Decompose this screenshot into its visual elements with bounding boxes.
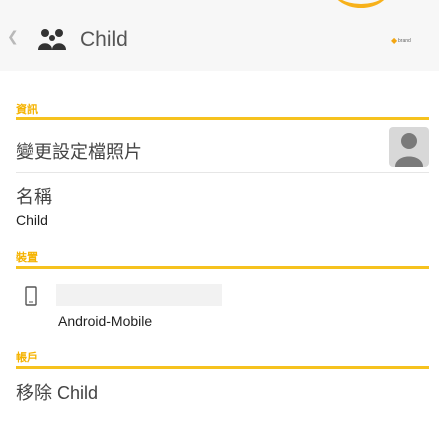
remove-child-button[interactable]: 移除 Child: [16, 379, 98, 405]
section-line-devices: [16, 266, 429, 269]
section-line-account: [16, 366, 429, 369]
divider-photo: [16, 172, 429, 173]
back-icon[interactable]: ❮: [7, 28, 19, 45]
name-label: 名稱: [16, 187, 52, 207]
phone-icon: [25, 286, 37, 306]
avatar-placeholder-icon: [395, 133, 423, 167]
change-photo-label[interactable]: 變更設定檔照片: [16, 138, 142, 164]
section-header-info: 資訊: [16, 104, 38, 116]
device-info-bar: [56, 284, 222, 306]
brand-logo: ◆ brand: [391, 37, 431, 45]
brand-text: brand: [398, 38, 411, 44]
settings-content: 資訊 變更設定檔照片 名稱 Child 裝置 Android-Mobile 帳戶…: [0, 71, 439, 429]
accent-arc: [331, 0, 391, 8]
section-header-account: 帳戶: [16, 352, 38, 364]
page-title: Child: [80, 28, 128, 51]
section-line-info: [16, 117, 429, 120]
brand-dot-icon: ◆: [391, 36, 398, 45]
device-name[interactable]: Android-Mobile: [58, 313, 152, 329]
family-icon: [38, 29, 66, 50]
name-value[interactable]: Child: [16, 212, 48, 228]
top-bar: ❮ Child ◆ brand: [0, 0, 439, 71]
avatar[interactable]: [389, 127, 429, 167]
section-header-devices: 裝置: [16, 252, 38, 264]
